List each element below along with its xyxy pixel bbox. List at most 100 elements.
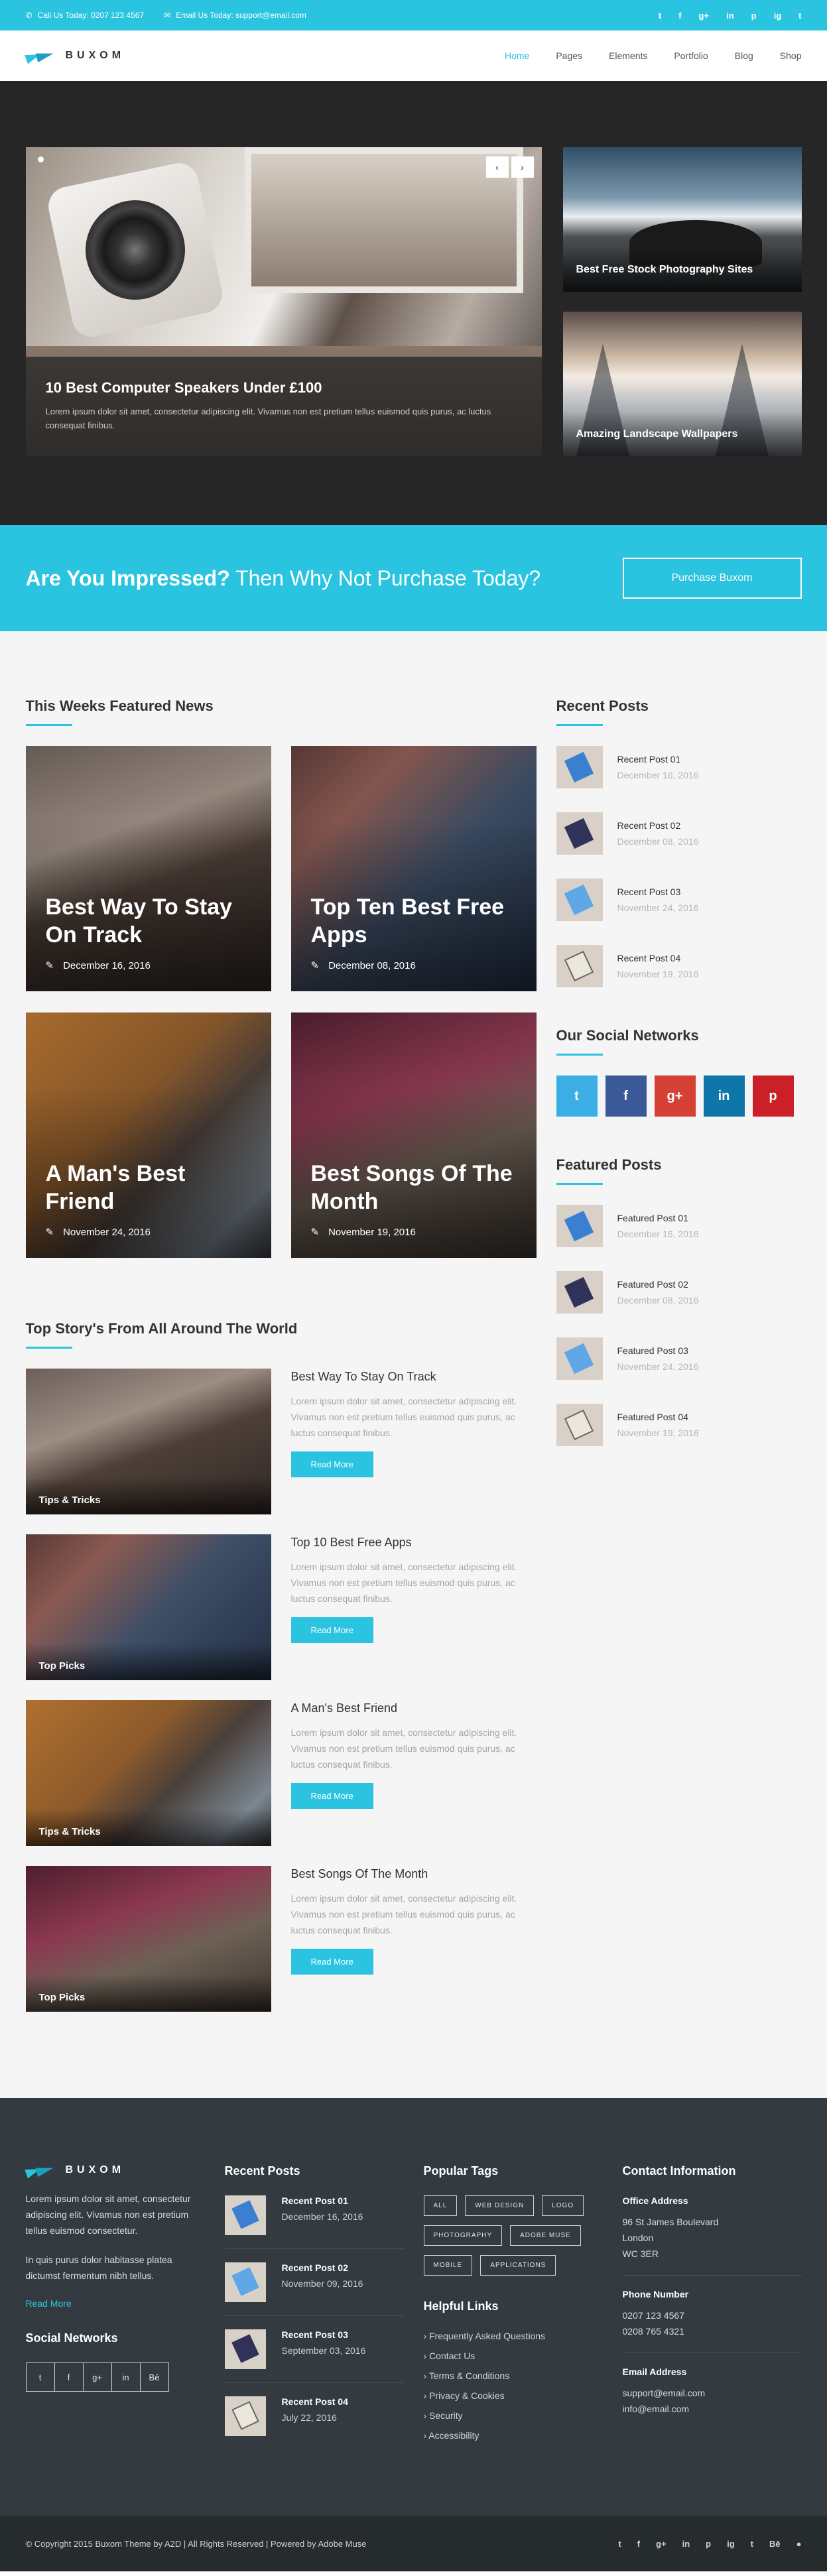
twitter-icon[interactable]: t [618, 2539, 621, 2549]
recent-post[interactable]: Recent Post 04 November 19, 2016 [556, 945, 802, 987]
read-more-button[interactable]: Read More [290, 1783, 373, 1809]
instagram-icon[interactable]: ig [774, 11, 782, 21]
slider-next-button[interactable]: › [511, 156, 534, 178]
featured-card[interactable]: Best Songs Of The Month ✎ November 19, 20… [290, 1012, 537, 1258]
story-image[interactable]: Top Picks [25, 1866, 271, 2012]
post-thumbnail [556, 746, 603, 788]
featured-card[interactable]: Best Way To Stay On Track ✎ December 16, … [25, 746, 271, 991]
dribbble-icon[interactable]: ● [796, 2539, 802, 2549]
link-security[interactable]: Security [424, 2410, 603, 2421]
top-social-links: t f g+ in p ig t [659, 11, 802, 21]
story-title[interactable]: Best Way To Stay On Track [291, 1370, 537, 1384]
side-card-landscape[interactable]: Amazing Landscape Wallpapers [562, 312, 802, 456]
tag-photography[interactable]: PHOTOGRAPHY [423, 2225, 503, 2246]
slider-prev-button[interactable]: ‹ [485, 156, 509, 178]
story-title[interactable]: A Man's Best Friend [291, 1701, 537, 1715]
footer-recent-post[interactable]: Recent Post 02 November 09, 2016 [224, 2262, 404, 2316]
email-contact[interactable]: ✉ Email Us Today: support@email.com [164, 11, 306, 20]
nav-pages[interactable]: Pages [556, 50, 582, 61]
email-address[interactable]: info@email.com [623, 2401, 802, 2417]
title-underline [556, 724, 603, 726]
featured-card[interactable]: A Man's Best Friend ✎ November 24, 2016 [25, 1012, 271, 1258]
behance-icon[interactable]: Bē [139, 2362, 169, 2392]
twitter-icon[interactable]: t [659, 11, 661, 21]
side-card-stock-photography[interactable]: Best Free Stock Photography Sites [562, 147, 802, 292]
pinterest-icon[interactable]: p [706, 2539, 711, 2549]
story-title[interactable]: Top 10 Best Free Apps [291, 1536, 537, 1550]
read-more-button[interactable]: Read More [290, 1451, 373, 1477]
social-networks-title: Our Social Networks [556, 1027, 699, 1044]
footer-recent-post[interactable]: Recent Post 03 September 03, 2016 [224, 2329, 404, 2383]
story-tag: Top Picks [25, 1975, 271, 2012]
twitter-icon[interactable]: t [25, 2362, 55, 2392]
facebook-icon[interactable]: f [637, 2539, 640, 2549]
story-image[interactable]: Top Picks [25, 1534, 271, 1680]
google-plus-icon[interactable]: g+ [699, 11, 710, 21]
pinterest-icon[interactable]: p [751, 11, 757, 21]
instagram-icon[interactable]: ig [727, 2539, 735, 2549]
linkedin-icon[interactable]: in [111, 2362, 141, 2392]
recent-post-date: November 24, 2016 [617, 902, 699, 913]
hero-title[interactable]: 10 Best Computer Speakers Under £100 [46, 379, 522, 397]
story-image[interactable]: Tips & Tricks [25, 1369, 271, 1514]
link-privacy[interactable]: Privacy & Cookies [424, 2390, 603, 2401]
link-terms[interactable]: Terms & Conditions [424, 2370, 603, 2381]
phone-number[interactable]: 0207 123 4567 [623, 2307, 802, 2323]
link-contact[interactable]: Contact Us [424, 2351, 603, 2361]
google-plus-icon[interactable]: g+ [656, 2539, 667, 2549]
behance-icon[interactable]: Bē [769, 2539, 781, 2549]
story-image[interactable]: Tips & Tricks [25, 1700, 271, 1846]
recent-post[interactable]: Recent Post 03 November 24, 2016 [556, 879, 802, 921]
footer-logo[interactable]: BUXOM [26, 2164, 205, 2176]
nav-elements[interactable]: Elements [609, 50, 647, 61]
read-more-button[interactable]: Read More [290, 1949, 373, 1975]
office-address-line: London [622, 2233, 654, 2243]
pinterest-icon[interactable]: p [752, 1075, 794, 1117]
read-more-button[interactable]: Read More [290, 1617, 373, 1643]
google-plus-icon[interactable]: g+ [82, 2362, 112, 2392]
footer-recent-post[interactable]: Recent Post 01 December 16, 2016 [224, 2195, 404, 2249]
slider-dot[interactable] [37, 156, 44, 162]
tag-all[interactable]: ALL [423, 2195, 458, 2216]
facebook-icon[interactable]: f [605, 1075, 647, 1117]
featured-post[interactable]: Featured Post 03 November 24, 2016 [556, 1337, 802, 1380]
link-accessibility[interactable]: Accessibility [424, 2430, 603, 2441]
google-plus-icon[interactable]: g+ [654, 1075, 696, 1117]
featured-post[interactable]: Featured Post 04 November 19, 2016 [556, 1404, 802, 1446]
hero-slider[interactable]: ‹ › 10 Best Computer Speakers Under £100… [25, 147, 542, 456]
footer-read-more-link[interactable]: Read More [26, 2298, 205, 2309]
site-logo[interactable]: BUXOM [26, 50, 125, 62]
linkedin-icon[interactable]: in [726, 11, 734, 21]
tag-web-design[interactable]: WEB DESIGN [465, 2195, 535, 2216]
tag-logo[interactable]: LOGO [542, 2195, 584, 2216]
purchase-button[interactable]: Purchase Buxom [622, 558, 802, 599]
nav-blog[interactable]: Blog [735, 50, 753, 61]
twitter-icon[interactable]: t [556, 1075, 598, 1117]
linkedin-icon[interactable]: in [703, 1075, 745, 1117]
featured-post[interactable]: Featured Post 01 December 16, 2016 [556, 1205, 802, 1247]
facebook-icon[interactable]: f [678, 11, 681, 21]
nav-shop[interactable]: Shop [780, 50, 802, 61]
tag-applications[interactable]: APPLICATIONS [480, 2255, 556, 2276]
email-address[interactable]: support@email.com [623, 2385, 802, 2401]
phone-contact[interactable]: ✆ Call Us Today: 0207 123 4567 [26, 11, 145, 20]
tag-mobile[interactable]: MOBILE [423, 2255, 473, 2276]
featured-post[interactable]: Featured Post 02 December 08, 2016 [556, 1271, 802, 1314]
tumblr-icon[interactable]: t [798, 11, 801, 21]
featured-post-title: Featured Post 03 [617, 1345, 688, 1356]
tumblr-icon[interactable]: t [751, 2539, 753, 2549]
phone-number[interactable]: 0208 765 4321 [623, 2323, 802, 2339]
featured-card[interactable]: Top Ten Best Free Apps ✎ December 08, 201… [290, 746, 537, 991]
facebook-icon[interactable]: f [54, 2362, 84, 2392]
story-item: Top Picks Best Songs Of The Month Lorem … [25, 1866, 537, 2012]
linkedin-icon[interactable]: in [682, 2539, 690, 2549]
footer-recent-post[interactable]: Recent Post 04 July 22, 2016 [224, 2396, 404, 2449]
story-title[interactable]: Best Songs Of The Month [291, 1867, 537, 1881]
recent-post[interactable]: Recent Post 02 December 08, 2016 [556, 812, 802, 855]
post-thumbnail [556, 1271, 603, 1314]
recent-post[interactable]: Recent Post 01 December 16, 2016 [556, 746, 802, 788]
nav-portfolio[interactable]: Portfolio [674, 50, 708, 61]
nav-home[interactable]: Home [505, 50, 529, 61]
tag-adobe-muse[interactable]: ADOBE MUSE [510, 2225, 581, 2246]
link-faq[interactable]: Frequently Asked Questions [424, 2331, 603, 2341]
